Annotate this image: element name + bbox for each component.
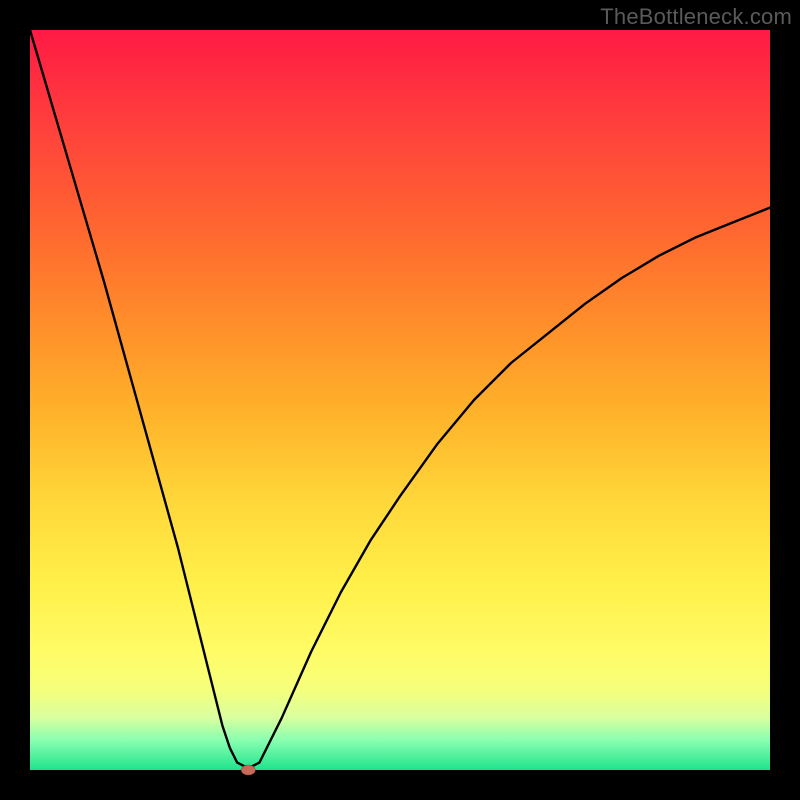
curve-minimum-marker bbox=[241, 765, 255, 775]
bottleneck-curve bbox=[30, 30, 770, 766]
chart-svg bbox=[30, 30, 770, 770]
chart-plot-area bbox=[30, 30, 770, 770]
watermark-text: TheBottleneck.com bbox=[600, 4, 792, 30]
chart-frame: TheBottleneck.com bbox=[0, 0, 800, 800]
